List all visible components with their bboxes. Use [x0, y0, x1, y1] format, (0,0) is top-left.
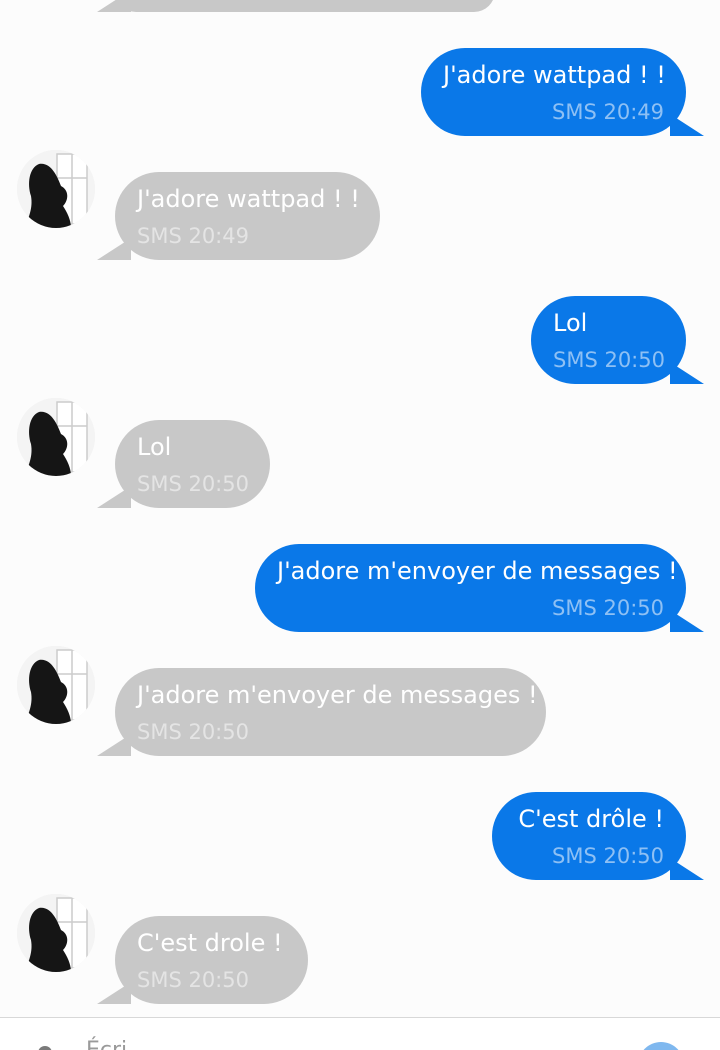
message-bubble-partial [97, 0, 495, 12]
message-bubble-sent[interactable]: J'adore wattpad ! ! SMS 20:49 [421, 48, 704, 136]
message-composer: Écri [0, 1017, 720, 1050]
message-text: J'adore wattpad ! ! [443, 61, 666, 89]
message-bubble-sent[interactable]: J'adore m'envoyer de messages ! SMS 20:5… [255, 544, 704, 632]
message-bubble-sent[interactable]: Lol SMS 20:50 [531, 296, 704, 384]
bubble-tail [670, 362, 704, 384]
message-timestamp: SMS 20:50 [552, 844, 664, 868]
message-text: C'est drole ! [137, 929, 283, 957]
message-timestamp: SMS 20:50 [137, 472, 249, 496]
bubble-tail [97, 486, 131, 508]
message-bubble-received[interactable]: J'adore wattpad ! ! SMS 20:49 [97, 172, 380, 260]
message-timestamp: SMS 20:50 [137, 720, 249, 744]
bubble-tail [97, 734, 131, 756]
bubble-tail [670, 858, 704, 880]
bubble-tail [670, 610, 704, 632]
message-input[interactable]: Écri [86, 1038, 127, 1050]
message-thread[interactable]: J'adore wattpad ! ! SMS 20:49 J'adore wa… [0, 0, 720, 1018]
contact-avatar[interactable] [17, 894, 95, 972]
message-timestamp: SMS 20:50 [137, 968, 249, 992]
message-text: Lol [553, 309, 588, 337]
message-bubble-received[interactable]: J'adore m'envoyer de messages ! SMS 20:5… [97, 668, 546, 756]
message-bubble-received[interactable]: Lol SMS 20:50 [97, 420, 270, 508]
send-button[interactable] [638, 1042, 684, 1050]
message-bubble-sent[interactable]: C'est drôle ! SMS 20:50 [492, 792, 704, 880]
bubble-tail [97, 982, 131, 1004]
message-text: J'adore m'envoyer de messages ! [277, 557, 678, 585]
contact-avatar[interactable] [17, 646, 95, 724]
message-timestamp: SMS 20:50 [553, 348, 665, 372]
message-text: J'adore m'envoyer de messages ! [137, 681, 538, 709]
message-text: J'adore wattpad ! ! [137, 185, 360, 213]
message-text: Lol [137, 433, 172, 461]
message-timestamp: SMS 20:49 [137, 224, 249, 248]
message-bubble-received[interactable]: C'est drole ! SMS 20:50 [97, 916, 308, 1004]
contact-avatar[interactable] [17, 150, 95, 228]
message-timestamp: SMS 20:49 [552, 100, 664, 124]
messaging-screen: J'adore wattpad ! ! SMS 20:49 J'adore wa… [0, 0, 720, 1050]
bubble-tail [670, 114, 704, 136]
bubble-tail [97, 238, 131, 260]
contact-avatar[interactable] [17, 398, 95, 476]
message-timestamp: SMS 20:50 [552, 596, 664, 620]
attach-icon[interactable] [38, 1046, 52, 1050]
message-text: C'est drôle ! [518, 805, 664, 833]
bubble-tail [97, 0, 131, 12]
